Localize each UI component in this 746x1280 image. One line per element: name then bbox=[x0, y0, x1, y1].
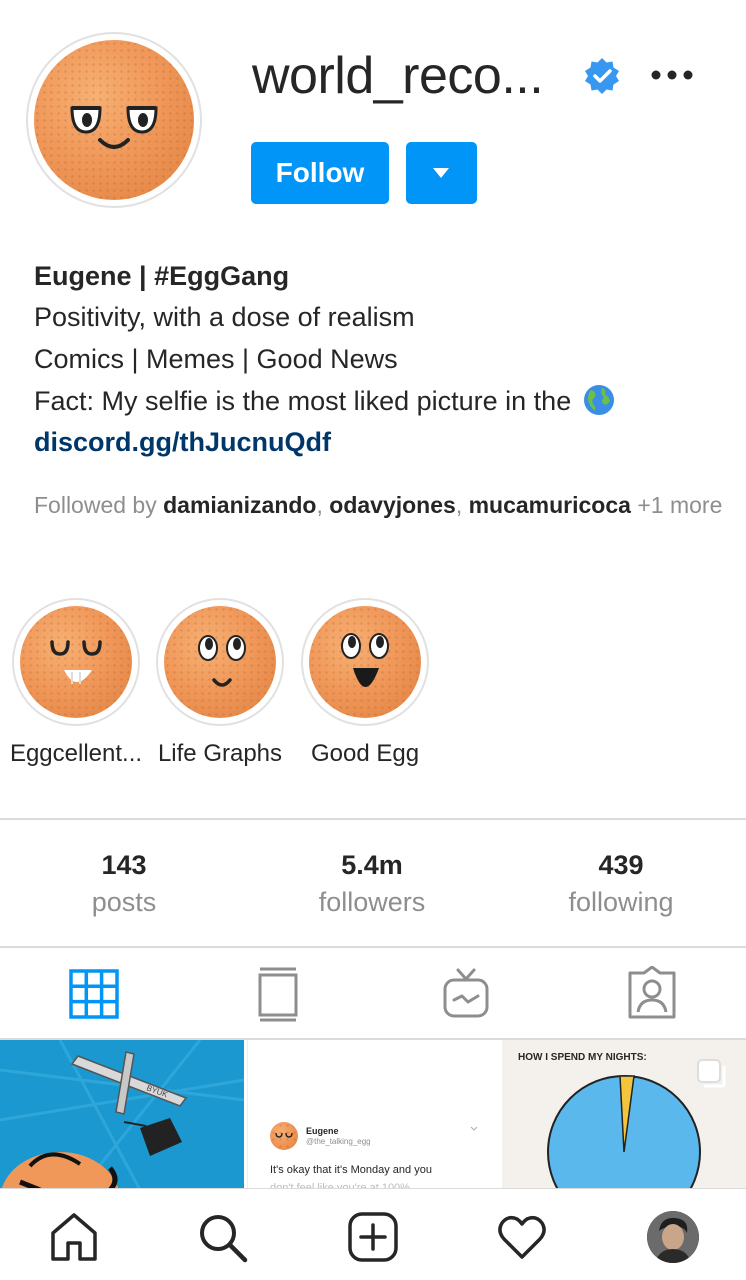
egg-face-icon bbox=[275, 1132, 293, 1138]
bio-line: Comics | Memes | Good News bbox=[34, 344, 398, 374]
bio-line-text: Fact: My selfie is the most liked pictur… bbox=[34, 386, 572, 416]
stat-label: posts bbox=[91, 887, 157, 917]
post-illustration-airplane: BYUK bbox=[0, 1040, 244, 1190]
profile-tabs bbox=[0, 948, 746, 1040]
igtv-icon[interactable] bbox=[438, 966, 494, 1022]
happy-egg-icon bbox=[341, 633, 389, 687]
search-icon[interactable] bbox=[196, 1211, 248, 1263]
stat-label: followers bbox=[318, 887, 426, 917]
bottom-navigation bbox=[0, 1188, 746, 1280]
followed-by-text[interactable]: Followed by damianizando, odavyjones, mu… bbox=[34, 490, 724, 520]
profile-stats: 143 posts 5.4m followers 439 following bbox=[0, 818, 746, 948]
followed-by-prefix: Followed by bbox=[34, 492, 157, 518]
smiling-egg-icon bbox=[198, 635, 246, 687]
stat-value: 5.4m bbox=[341, 850, 403, 880]
bio-line: Positivity, with a dose of realism bbox=[34, 302, 415, 332]
globe-icon bbox=[583, 385, 614, 415]
followers-count[interactable]: 5.4m followers bbox=[248, 848, 496, 922]
avatar[interactable] bbox=[34, 40, 194, 200]
new-post-icon[interactable] bbox=[347, 1211, 399, 1263]
caret-down-icon bbox=[433, 168, 449, 178]
bio-link[interactable]: discord.gg/thJucnuQdf bbox=[34, 422, 724, 462]
highlight-cover bbox=[309, 606, 421, 718]
egg-face-icon bbox=[70, 106, 158, 149]
tagged-icon[interactable] bbox=[624, 966, 680, 1022]
activity-heart-icon[interactable] bbox=[496, 1211, 548, 1263]
profile-bio: Eugene | #EggGang Positivity, with a dos… bbox=[34, 256, 724, 462]
tweet-author-handle: @the_talking_egg bbox=[306, 1137, 371, 1146]
chevron-down-icon bbox=[470, 1126, 478, 1131]
more-options-icon[interactable] bbox=[648, 62, 696, 88]
post-thumbnail[interactable]: HOW I SPEND MY NIGHTS: bbox=[502, 1040, 746, 1190]
tweet-avatar bbox=[270, 1122, 298, 1150]
followed-by-user[interactable]: mucamuricoca bbox=[469, 492, 631, 518]
bio-name: Eugene | #EggGang bbox=[34, 261, 290, 291]
highlight-label[interactable]: Eggcellent... bbox=[8, 740, 144, 768]
highlight-label[interactable]: Good Egg bbox=[295, 740, 435, 768]
multiple-posts-icon bbox=[697, 1059, 726, 1088]
stat-label: following bbox=[568, 887, 674, 917]
followed-by-suffix: +1 more bbox=[637, 492, 723, 518]
stat-value: 143 bbox=[101, 850, 147, 880]
highlight-cover bbox=[20, 606, 132, 718]
bio-line-with-icon: Fact: My selfie is the most liked pictur… bbox=[34, 380, 724, 422]
user-photo-icon bbox=[647, 1211, 699, 1263]
home-icon[interactable] bbox=[48, 1211, 100, 1263]
follow-button[interactable]: Follow bbox=[251, 142, 389, 204]
highlight-cover bbox=[164, 606, 276, 718]
tweet-author-name: Eugene bbox=[306, 1126, 339, 1136]
feed-icon[interactable] bbox=[250, 966, 306, 1022]
post-thumbnail[interactable]: Eugene @the_talking_egg It's okay that i… bbox=[247, 1040, 499, 1190]
following-count[interactable]: 439 following bbox=[497, 848, 745, 922]
followed-by-user[interactable]: damianizando bbox=[163, 492, 316, 518]
stat-value: 439 bbox=[598, 850, 644, 880]
followed-by-user[interactable]: odavyjones bbox=[329, 492, 456, 518]
laughing-egg-icon bbox=[50, 640, 102, 684]
profile-avatar[interactable] bbox=[647, 1211, 699, 1263]
highlight-good-egg[interactable] bbox=[301, 598, 429, 726]
grid-icon[interactable] bbox=[66, 966, 122, 1022]
verified-badge-icon bbox=[585, 58, 619, 94]
posts-count[interactable]: 143 posts bbox=[0, 848, 248, 922]
suggested-accounts-dropdown-button[interactable] bbox=[406, 142, 477, 204]
profile-username: world_reco... bbox=[252, 47, 544, 105]
tweet-text: It's okay that it's Monday and you bbox=[270, 1164, 432, 1176]
highlight-life-graphs[interactable] bbox=[156, 598, 284, 726]
post-thumbnail[interactable]: BYUK bbox=[0, 1040, 244, 1190]
highlight-eggcellent[interactable] bbox=[12, 598, 140, 726]
highlight-label[interactable]: Life Graphs bbox=[150, 740, 290, 768]
